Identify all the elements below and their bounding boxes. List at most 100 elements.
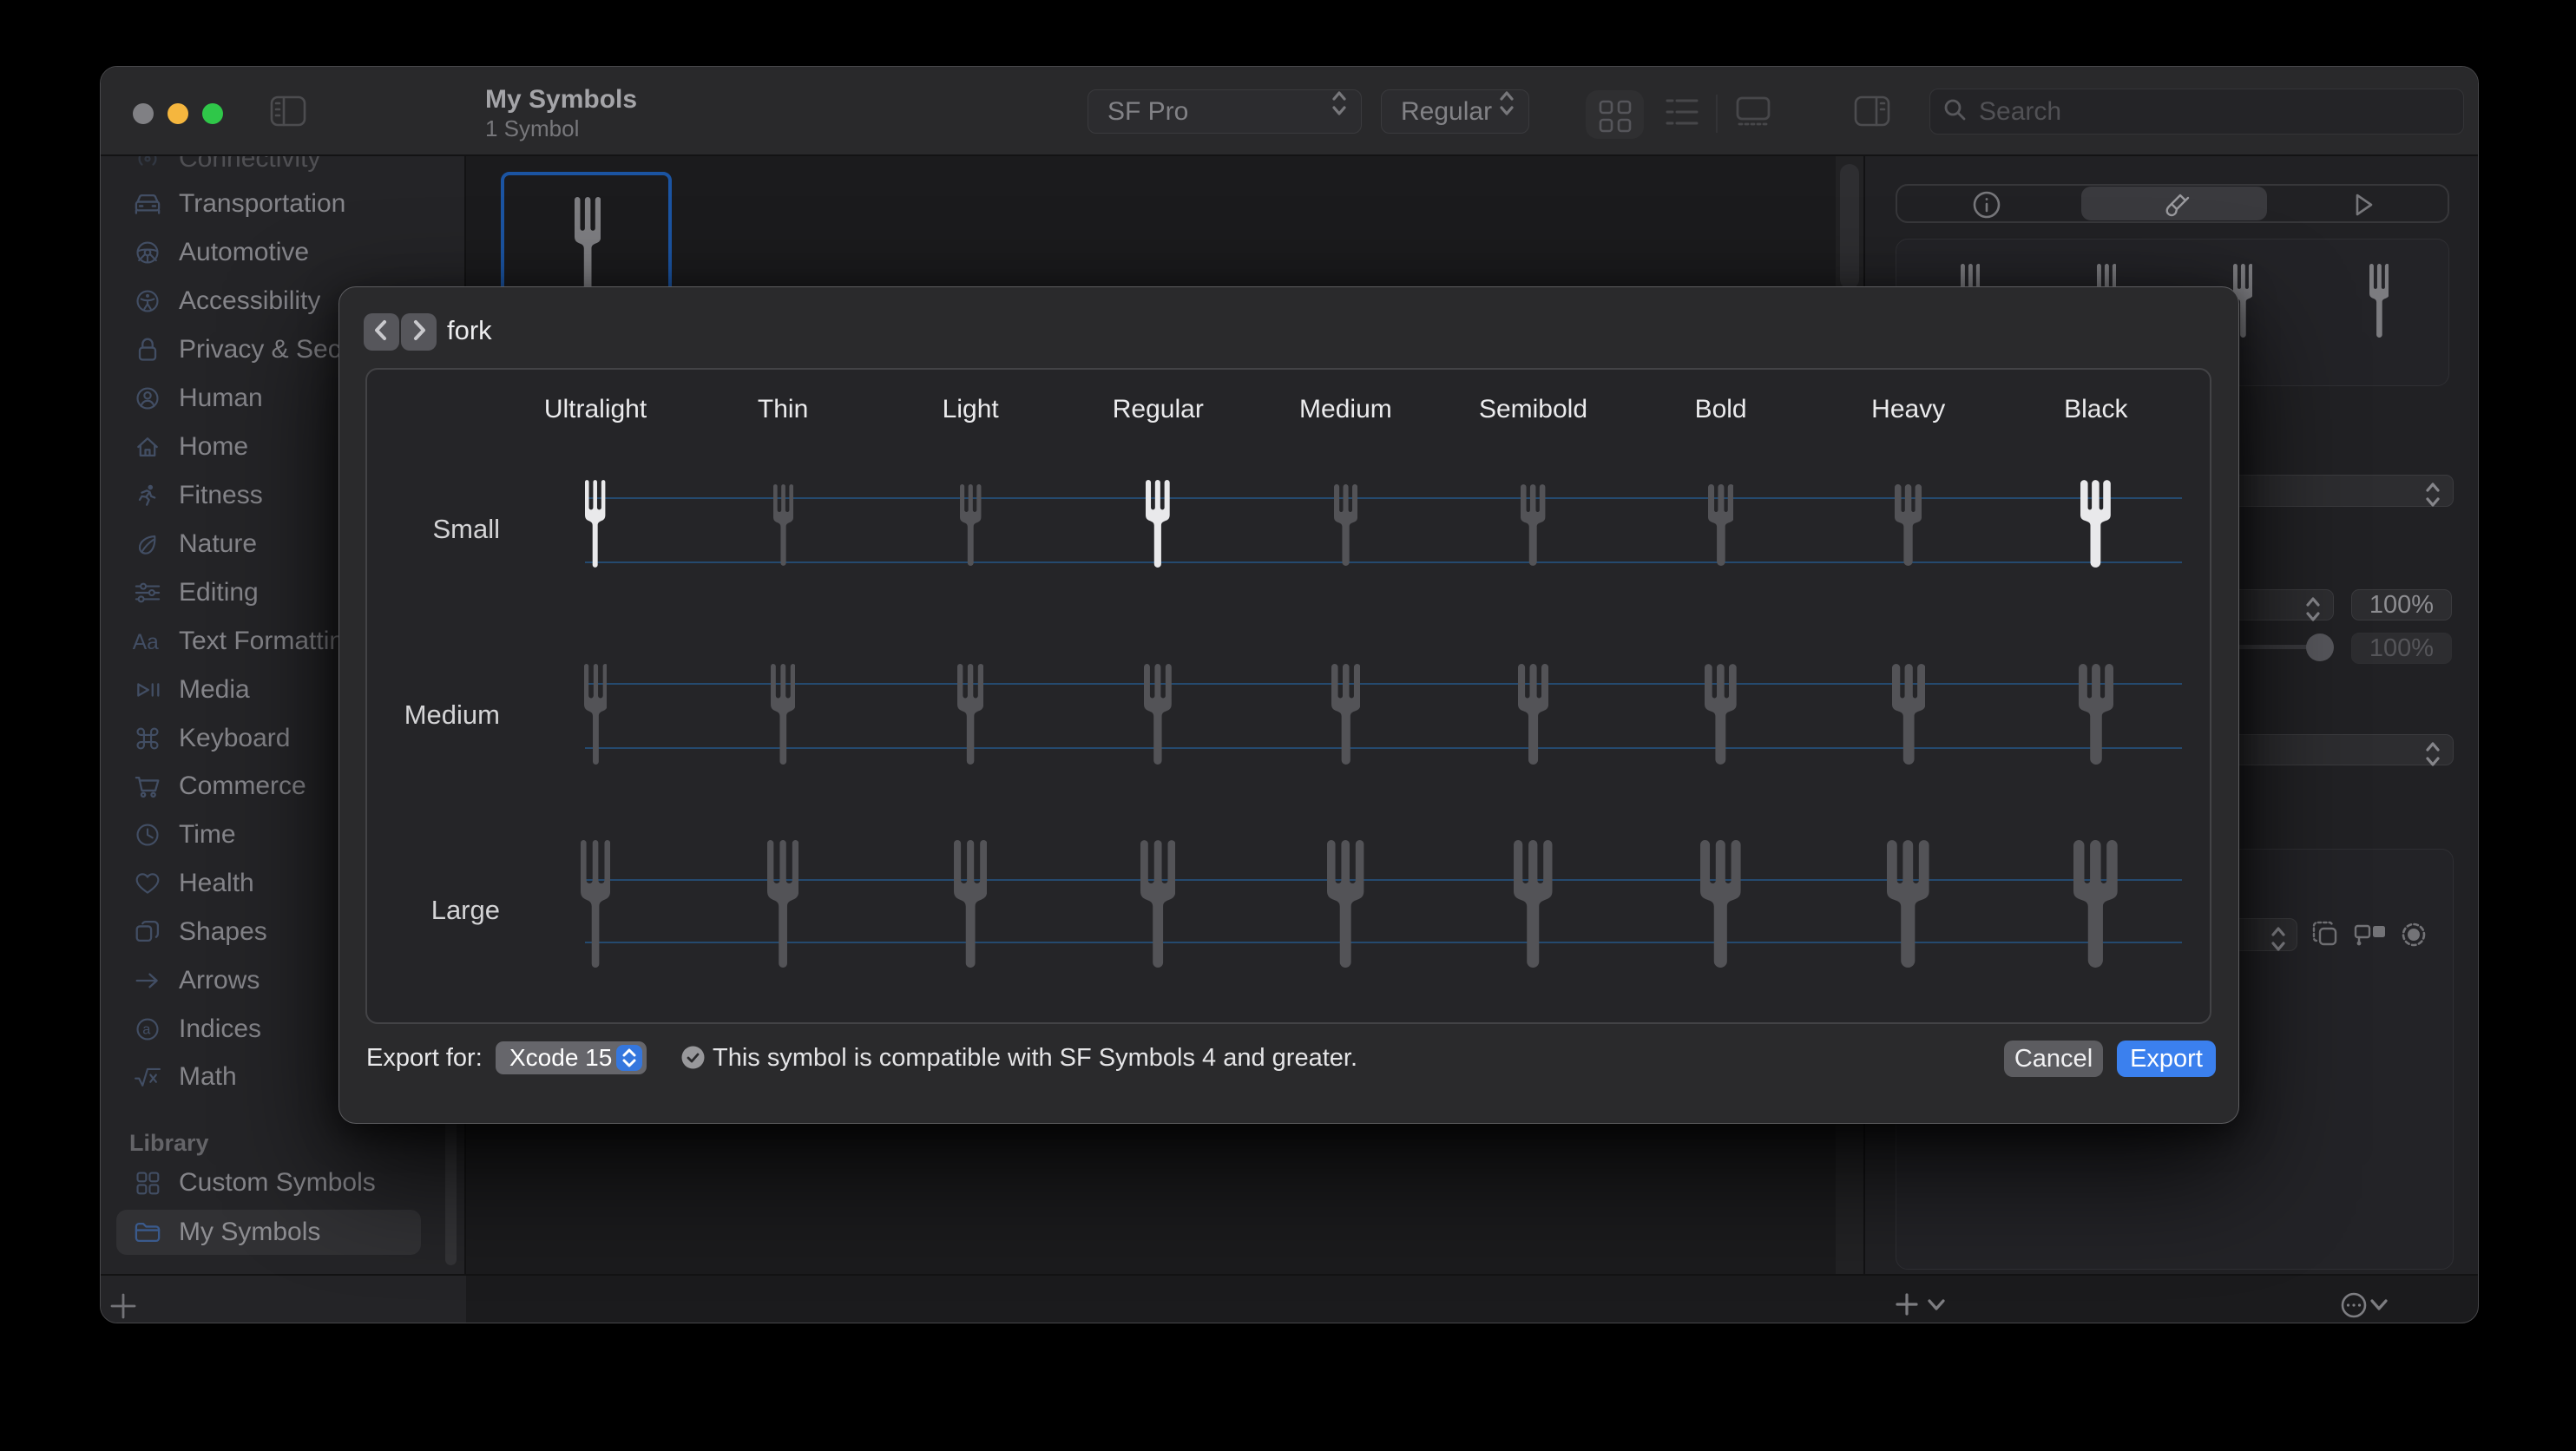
fork-glyph-medium-black bbox=[2079, 664, 2113, 769]
search-field[interactable]: Search bbox=[1929, 89, 2464, 135]
symbol-thumbnail-fork bbox=[575, 197, 601, 300]
zoom-value: 100% bbox=[2369, 591, 2434, 620]
stepper-icon bbox=[2265, 920, 2291, 962]
compatibility-check-icon bbox=[681, 1046, 705, 1073]
baseline bbox=[585, 747, 2182, 749]
slider-knob[interactable] bbox=[2306, 634, 2334, 661]
stepper-icon bbox=[2300, 590, 2326, 633]
preview-fork bbox=[2369, 264, 2389, 342]
window-subtitle: 1 Symbol bbox=[485, 115, 579, 142]
fork-glyph-large-light bbox=[954, 840, 987, 972]
fork-glyph-large-ultralight bbox=[581, 840, 610, 972]
canvas-scrollbar[interactable] bbox=[1840, 164, 1859, 289]
search-placeholder: Search bbox=[1979, 97, 2061, 127]
forward-button[interactable] bbox=[401, 313, 437, 351]
fork-glyph-medium-semibold bbox=[1518, 664, 1548, 769]
export-for-label: Export for: bbox=[366, 1044, 483, 1073]
weight-column-header: Black bbox=[2064, 395, 2127, 424]
minimize-button[interactable] bbox=[168, 103, 188, 124]
weight-column-header: Regular bbox=[1113, 395, 1204, 424]
more-options-button[interactable] bbox=[2339, 1290, 2369, 1323]
back-button[interactable] bbox=[364, 313, 399, 351]
toolbar: My Symbols 1 Symbol SF Pro Regular Searc… bbox=[101, 67, 2478, 156]
sidebar-item-custom-symbols[interactable]: Custom Symbols bbox=[116, 1160, 421, 1205]
fork-glyph-large-bold bbox=[1700, 840, 1741, 972]
copy-layers-icon[interactable] bbox=[2309, 917, 2343, 956]
capline bbox=[585, 879, 2182, 881]
zoom-field[interactable]: 100% bbox=[2351, 589, 2452, 620]
fork-glyph-small-semibold bbox=[1521, 484, 1545, 570]
close-button[interactable] bbox=[133, 103, 154, 124]
secondary-zoom-field[interactable]: 100% bbox=[2351, 633, 2452, 664]
stepper-icon bbox=[2420, 735, 2446, 778]
sidebar-item-label: Custom Symbols bbox=[179, 1168, 376, 1198]
capline bbox=[585, 497, 2182, 499]
play-tab-icon[interactable] bbox=[2341, 183, 2384, 231]
xcode-version-value: Xcode 15 bbox=[509, 1044, 612, 1072]
search-icon bbox=[1942, 97, 1967, 126]
more-chevron-icon[interactable] bbox=[2368, 1297, 2390, 1317]
inspector-tabs bbox=[1896, 184, 2449, 223]
dialog-symbol-name: fork bbox=[447, 315, 492, 346]
fork-glyph-large-black bbox=[2073, 840, 2118, 972]
fork-glyph-small-light bbox=[960, 484, 982, 570]
font-popup[interactable]: SF Pro bbox=[1088, 89, 1362, 134]
fork-glyph-medium-regular bbox=[1144, 664, 1172, 769]
xcode-popup-stepper bbox=[616, 1045, 642, 1071]
stepper-icon bbox=[1494, 84, 1520, 129]
weight-popup-value: Regular bbox=[1401, 97, 1492, 127]
chevron-right-icon bbox=[401, 312, 437, 353]
fork-glyph-large-medium bbox=[1327, 840, 1364, 972]
fork-glyph-medium-light bbox=[957, 664, 983, 769]
list-view-button[interactable] bbox=[1666, 95, 1699, 134]
add-symbol-button[interactable] bbox=[108, 1291, 138, 1323]
weight-column-header: Medium bbox=[1299, 395, 1392, 424]
fork-glyph-large-thin bbox=[767, 840, 798, 972]
screen: ConnectivityTransportationAutomotiveAcce… bbox=[0, 0, 2576, 1451]
weight-column-header: Thin bbox=[758, 395, 808, 424]
grid-view-button[interactable] bbox=[1586, 90, 1644, 139]
toggle-inspector-icon[interactable] bbox=[1854, 95, 1890, 134]
weight-column-header: Heavy bbox=[1871, 395, 1945, 424]
zoom-button[interactable] bbox=[202, 103, 223, 124]
window-bottom-bar bbox=[101, 1274, 2478, 1323]
toggle-sidebar-icon[interactable] bbox=[270, 95, 306, 134]
export-dialog: fork UltralightThinLightRegularMediumSem… bbox=[338, 286, 2239, 1124]
view-separator bbox=[1716, 95, 1718, 133]
fork-glyph-large-semibold bbox=[1514, 840, 1553, 972]
add-chevron-icon[interactable] bbox=[1925, 1297, 1948, 1317]
fork-glyph-large-regular bbox=[1140, 840, 1175, 972]
export-button[interactable]: Export bbox=[2117, 1041, 2216, 1077]
chevron-left-icon bbox=[364, 312, 399, 353]
size-row-label: Small bbox=[432, 514, 500, 545]
sidebar-bottom-bg bbox=[101, 1276, 466, 1323]
weight-column-header: Semibold bbox=[1479, 395, 1587, 424]
stepper-icon bbox=[2420, 476, 2446, 518]
weight-popup[interactable]: Regular bbox=[1381, 89, 1529, 134]
weight-column-header: Light bbox=[943, 395, 999, 424]
sidebar-item-label: My Symbols bbox=[179, 1218, 320, 1247]
sidebar-item-my-symbols[interactable]: My Symbols bbox=[116, 1210, 421, 1255]
fork-glyph-medium-thin bbox=[771, 664, 796, 769]
fork-glyph-small-heavy bbox=[1895, 484, 1922, 570]
cancel-button[interactable]: Cancel bbox=[2004, 1041, 2103, 1077]
secondary-zoom-value: 100% bbox=[2369, 634, 2434, 663]
font-popup-value: SF Pro bbox=[1107, 97, 1188, 127]
inspector-add-button[interactable] bbox=[1894, 1291, 1920, 1322]
gallery-view-button[interactable] bbox=[1736, 96, 1771, 132]
stepper-icon bbox=[1326, 84, 1352, 129]
baseline bbox=[585, 942, 2182, 943]
fork-glyph-medium-heavy bbox=[1892, 664, 1925, 769]
fork-glyph-small-medium bbox=[1334, 484, 1357, 570]
fork-glyph-medium-bold bbox=[1705, 664, 1737, 769]
fork-glyph-small-regular bbox=[1146, 480, 1170, 572]
layers-panel-icon[interactable] bbox=[2352, 917, 2390, 956]
dashed-circle-icon[interactable] bbox=[2396, 917, 2431, 956]
capline bbox=[585, 683, 2182, 685]
info-tab-icon[interactable] bbox=[1965, 183, 2008, 231]
paintbrush-tab-icon[interactable] bbox=[2154, 183, 2198, 231]
cancel-label: Cancel bbox=[2014, 1045, 2093, 1073]
xcode-version-popup[interactable]: Xcode 15 bbox=[496, 1041, 647, 1074]
baseline bbox=[585, 561, 2182, 563]
size-row-label: Medium bbox=[404, 699, 500, 731]
